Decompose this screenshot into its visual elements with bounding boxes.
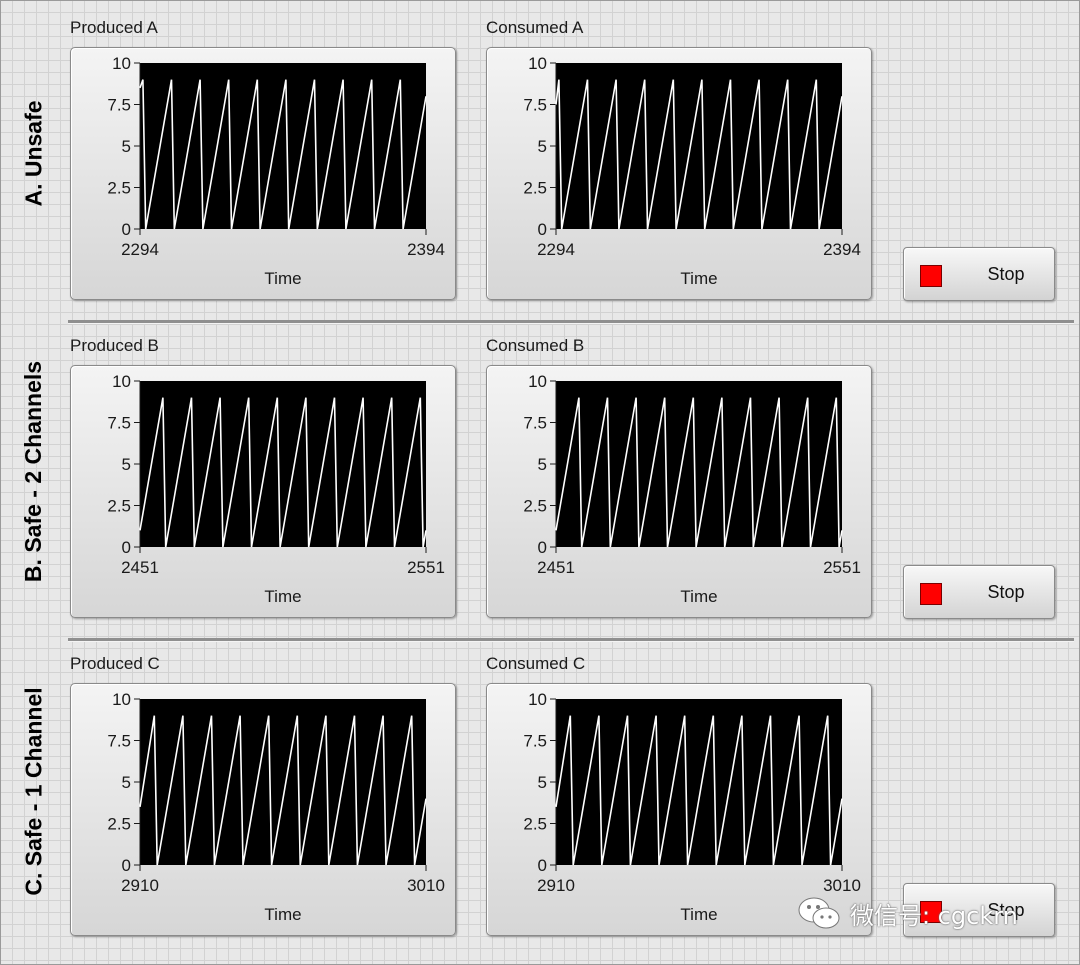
stop-button-b[interactable]: Stop	[903, 565, 1055, 619]
stop-led-indicator	[920, 583, 942, 605]
section-safe-2-channels: B. Safe - 2 Channels Produced B 10 7.5 5 2.…	[0, 318, 1080, 636]
stop-button-a[interactable]: Stop	[903, 247, 1055, 301]
y-tick-label: 0	[538, 856, 547, 875]
y-tick-label: 10	[112, 372, 131, 391]
y-tick-label: 7.5	[107, 96, 131, 115]
y-tick-label: 7.5	[107, 732, 131, 751]
chart-title: Consumed C	[486, 654, 586, 673]
consumed-a-graph: 10 7.5 5 2.5 0 2294 2394 Time	[486, 47, 872, 300]
stop-button-label: Stop	[987, 264, 1025, 284]
x-tick-label: 2551	[407, 558, 445, 577]
stop-button-c[interactable]: Stop	[903, 883, 1055, 937]
x-tick-label: 3010	[407, 876, 445, 895]
y-tick-label: 0	[122, 856, 131, 875]
x-tick-label: 2551	[823, 558, 861, 577]
y-tick-label: 10	[112, 54, 131, 73]
y-tick-label: 2.5	[523, 497, 547, 516]
y-tick-label: 10	[112, 690, 131, 709]
y-tick-label: 2.5	[107, 179, 131, 198]
y-tick-label: 5	[538, 137, 547, 156]
x-tick-label: 2451	[537, 558, 575, 577]
y-tick-label: 5	[538, 773, 547, 792]
y-tick-label: 10	[528, 690, 547, 709]
y-tick-label: 5	[538, 455, 547, 474]
produced-a-graph: 10 7.5 5 2.5 0 2294 2394 Time	[70, 47, 456, 300]
y-tick-label: 5	[122, 773, 131, 792]
x-axis-label: Time	[264, 587, 301, 606]
x-tick-label: 2394	[823, 240, 861, 259]
x-axis-label: Time	[264, 905, 301, 924]
consumed-c-graph: 10 7.5 5 2.5 0 2910 3010 Time	[486, 683, 872, 936]
x-tick-label: 2394	[407, 240, 445, 259]
y-tick-label: 10	[528, 54, 547, 73]
y-tick-label: 10	[528, 372, 547, 391]
stop-button-label: Stop	[987, 582, 1025, 602]
section-safe-1-channel: C. Safe - 1 Channel Produced C 10 7.5 5 2.5…	[0, 636, 1080, 954]
y-tick-label: 0	[122, 538, 131, 557]
y-tick-label: 7.5	[107, 414, 131, 433]
section-label: C. Safe - 1 Channel	[20, 686, 47, 896]
x-tick-label: 2910	[537, 876, 575, 895]
plot-area	[140, 381, 426, 547]
y-tick-label: 2.5	[523, 815, 547, 834]
x-axis-label: Time	[680, 587, 717, 606]
section-label: A. Unsafe	[20, 99, 47, 207]
produced-b-graph: 10 7.5 5 2.5 0 2451 2551 Time	[70, 365, 456, 618]
y-tick-label: 5	[122, 455, 131, 474]
y-tick-label: 2.5	[523, 179, 547, 198]
chart-title: Produced C	[70, 654, 160, 673]
y-tick-label: 7.5	[523, 414, 547, 433]
x-tick-label: 2910	[121, 876, 159, 895]
y-tick-label: 0	[538, 538, 547, 557]
chart-title: Consumed A	[486, 18, 584, 37]
chart-title: Consumed B	[486, 336, 585, 355]
x-tick-label: 2294	[537, 240, 575, 259]
stop-button-label: Stop	[987, 900, 1025, 920]
y-tick-label: 2.5	[107, 497, 131, 516]
x-axis-label: Time	[680, 269, 717, 288]
y-tick-label: 7.5	[523, 96, 547, 115]
x-tick-label: 2294	[121, 240, 159, 259]
plot-area	[556, 63, 842, 229]
x-tick-label: 3010	[823, 876, 861, 895]
x-axis-label: Time	[264, 269, 301, 288]
produced-c-graph: 10 7.5 5 2.5 0 2910 3010 Time	[70, 683, 456, 936]
chart-title: Produced A	[70, 18, 158, 37]
section-unsafe: A. Unsafe Produced A 10 7.5 5 2.5 0 2294 2394 T…	[0, 0, 1080, 318]
y-tick-label: 7.5	[523, 732, 547, 751]
consumed-b-graph: 10 7.5 5 2.5 0 2451 2551 Time	[486, 365, 872, 618]
stop-led-indicator	[920, 901, 942, 923]
plot-area	[140, 63, 426, 229]
section-label: B. Safe - 2 Channels	[20, 360, 47, 582]
chart-title: Produced B	[70, 336, 159, 355]
y-tick-label: 0	[122, 220, 131, 239]
y-tick-label: 5	[122, 137, 131, 156]
x-axis-label: Time	[680, 905, 717, 924]
plot-area	[556, 381, 842, 547]
y-tick-label: 0	[538, 220, 547, 239]
x-tick-label: 2451	[121, 558, 159, 577]
stop-led-indicator	[920, 265, 942, 287]
y-tick-label: 2.5	[107, 815, 131, 834]
